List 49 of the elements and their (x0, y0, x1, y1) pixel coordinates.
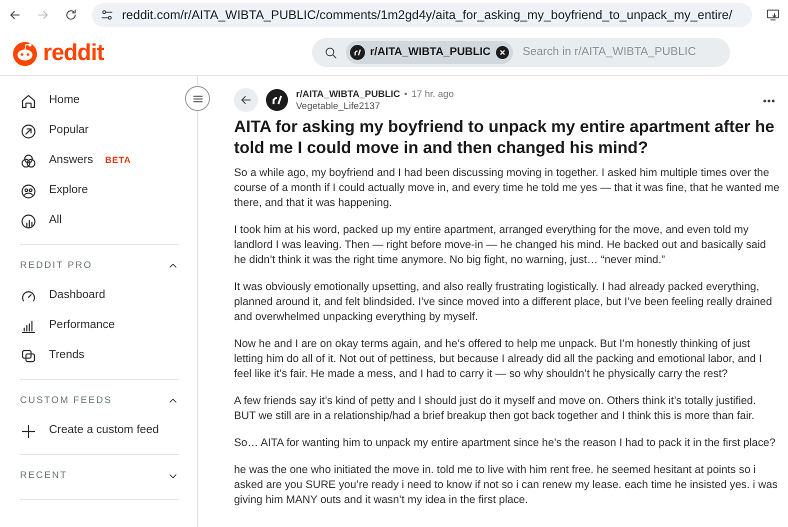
beta-label: BETA (105, 154, 131, 168)
search-icon (324, 46, 338, 60)
sidebar-item[interactable]: All (20, 206, 179, 236)
post-time: 17 hr. ago (411, 88, 454, 102)
post-paragraph: I took him at his word, packed up my entire apartment, arranged everything for the move, and even told my landlord I was leaving. Then — right before move-in — he changed his mind. He backed out and basically said he didn’t think it was the right time anymore. No big fight, no warning, just… “never mind.” (234, 222, 767, 268)
back-arrow-icon[interactable] (8, 8, 22, 22)
subreddit-avatar-icon (350, 45, 365, 60)
subreddit-chip[interactable]: r/AITA_WIBTA_PUBLIC (346, 41, 513, 64)
search-field[interactable]: r/AITA_WIBTA_PUBLIC Search in r/AITA_WIBTA_PUBLIC (312, 38, 730, 67)
section-title: CUSTOM FEEDS (20, 394, 112, 408)
post-title: AITA for asking my boyfriend to unpack my entire apartment after he told me I could move in and then changed his mind? (234, 116, 776, 158)
author-name[interactable]: Vegetable_Life2137 (296, 102, 454, 113)
sidebar-item[interactable]: Create a custom feed (20, 416, 179, 446)
post-paragraph: A few friends say it’s kind of petty and I should just do it myself and move on. Others think it’s totally justified. BUT we still are in a relationship/had a brief breakup then got back together and I think this is more than fair. (234, 394, 758, 424)
plus-icon (20, 422, 37, 440)
arrow-circle-icon (20, 122, 37, 140)
sidebar-item[interactable]: Answers BETA (20, 146, 179, 176)
sidebar-item[interactable]: Home (20, 86, 179, 116)
section-header[interactable]: REDDIT PRO (20, 245, 179, 281)
section-title: REDDIT PRO (20, 258, 92, 273)
section-title: RECENT (20, 468, 68, 483)
post-paragraph: So… AITA for wanting him to unpack my entire apartment since he’s the reason I had to pack it in the first place? (234, 436, 776, 451)
menu-button[interactable] (185, 86, 210, 111)
post-paragraph: So a while ago, my boyfriend and I had been discussing moving in together. I asked him multiple times over the course of a month if I could actually move in, and every time he told me yes — that it was fine, that he wanted me there, and that it was happening. (234, 166, 780, 211)
back-button[interactable] (234, 88, 258, 112)
separator-dot: • (404, 88, 408, 102)
bar-chart-circle-icon (20, 212, 37, 230)
sidebar-item[interactable]: Explore (20, 176, 179, 206)
section-header[interactable]: CUSTOM FEEDS (20, 380, 179, 416)
section-header[interactable]: RECENT (20, 455, 179, 491)
home-icon (20, 92, 37, 110)
post-paragraph: It was obviously emotionally upsetting, and also really frustrating logistically. I had already packed everything, planned around it, and felt blindsided. I’ve since moved into a different place, but I’ve been feeling really drained and overwhelmed unpacking everything by myself. (234, 280, 774, 325)
sidebar-item[interactable]: Dashboard (20, 281, 179, 311)
sidebar-item[interactable]: Trends (20, 341, 179, 371)
chat-bubbles-icon (20, 348, 37, 364)
subreddit-link[interactable]: r/AITA_WIBTA_PUBLIC (296, 88, 400, 102)
sidebar-item[interactable]: Performance (20, 311, 179, 341)
close-icon[interactable] (496, 46, 509, 59)
post-paragraph: he was the one who initiated the move in. told me to live with him rent free. he seemed hesitant at points so i asked are you SURE you’re ready i need to know if not so i can renew my lease. each time he insisted yes. i was giving him MANY outs and it wasn’t my idea in the first place. (234, 462, 779, 508)
overlapping-circles-icon (20, 152, 37, 170)
reload-icon[interactable] (64, 8, 78, 22)
tune-icon[interactable] (100, 8, 114, 22)
subreddit-avatar-icon[interactable] (266, 89, 288, 112)
sidebar-item[interactable]: Popular (20, 116, 179, 146)
monitor-download-icon[interactable] (766, 8, 780, 22)
post-paragraph: Now he and I are on okay terms again, and he’s offered to help me unpack. But I’m honestly thinking of just letting him do all of it. Not out of pettiness, but because I already did all the packing and emotional labor, and I feel like it’s fair. He made a mess, and I had to carry it — so why shouldn’t he physically carry the rest? (234, 336, 763, 382)
address-bar[interactable]: reddit.com/r/AITA_WIBTA_PUBLIC/comments/1m2gd4y/aita_for_asking_my_boyfriend_to_unpack_my_entire/ (92, 3, 752, 27)
logo-icon[interactable] (12, 40, 38, 66)
chip-label: r/AITA_WIBTA_PUBLIC (370, 45, 491, 60)
